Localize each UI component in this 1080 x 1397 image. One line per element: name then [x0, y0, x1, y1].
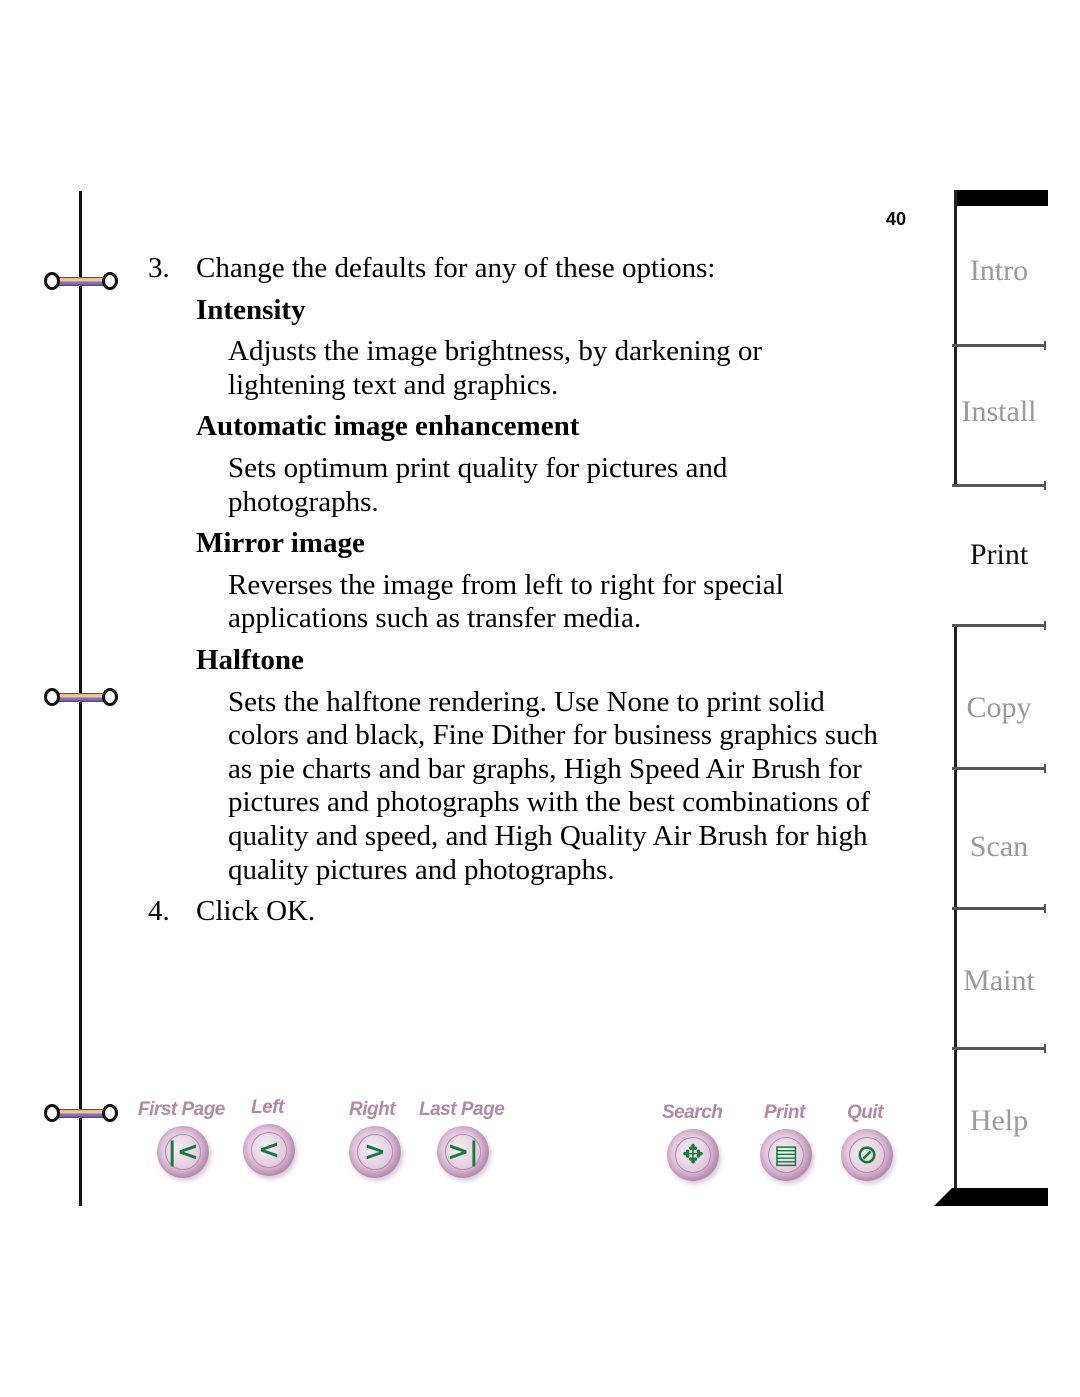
- print-label: Print: [764, 1102, 805, 1123]
- last-page-label: Last Page: [419, 1099, 505, 1120]
- option-title-mirror: Mirror image: [196, 527, 365, 560]
- print-glyph: ▤: [773, 1140, 799, 1170]
- option-title-auto-enhance: Automatic image enhancement: [196, 410, 580, 443]
- right-glyph: >: [364, 1137, 386, 1167]
- last-page-button[interactable]: Last Page: [419, 1099, 505, 1121]
- left-button[interactable]: Left: [251, 1097, 284, 1119]
- page-content: 3. Change the defaults for any of these …: [148, 252, 928, 929]
- page-number: 40: [886, 209, 907, 229]
- search-label: Search: [662, 1102, 723, 1123]
- option-desc-mirror: Reverses the image from left to right fo…: [228, 568, 784, 635]
- right-button[interactable]: Right: [349, 1099, 396, 1121]
- tab-divider: [952, 621, 1046, 630]
- right-arrow-icon[interactable]: >: [349, 1126, 401, 1178]
- no-entry-icon[interactable]: ⊘: [841, 1129, 893, 1181]
- step-3: 3. Change the defaults for any of these …: [148, 252, 928, 286]
- binoculars-icon[interactable]: ✥: [667, 1129, 719, 1181]
- tab-install[interactable]: Install: [952, 395, 1046, 429]
- left-arrow-icon[interactable]: <: [243, 1124, 295, 1176]
- binder-ring: [44, 1104, 118, 1126]
- option-title-halftone: Halftone: [196, 643, 304, 676]
- step-number: 3.: [148, 252, 170, 284]
- step-text: Click OK.: [196, 895, 316, 928]
- right-label: Right: [349, 1099, 396, 1120]
- tab-divider: [952, 1044, 1046, 1053]
- tab-group-upper: [954, 190, 957, 487]
- step-4: 4. Click OK.: [148, 895, 928, 929]
- last-page-icon[interactable]: >|: [437, 1126, 489, 1178]
- quit-label: Quit: [847, 1102, 884, 1123]
- tab-divider: [952, 341, 1046, 350]
- last-page-glyph: >|: [447, 1137, 479, 1167]
- tab-strip-bottom: [934, 1188, 1048, 1206]
- search-button[interactable]: Search: [662, 1102, 723, 1124]
- tab-help[interactable]: Help: [952, 1104, 1046, 1138]
- option-desc-intensity: Adjusts the image brightness, by darkeni…: [228, 335, 762, 401]
- search-glyph: ✥: [682, 1140, 704, 1170]
- tab-intro[interactable]: Intro: [952, 254, 1046, 288]
- first-page-glyph: |<: [167, 1137, 199, 1167]
- print-button[interactable]: Print: [764, 1102, 805, 1124]
- step-number: 4.: [148, 895, 170, 928]
- tab-print[interactable]: Print: [952, 538, 1046, 572]
- step-text: Change the defaults for any of these opt…: [196, 252, 716, 284]
- tab-scan[interactable]: Scan: [952, 830, 1046, 864]
- option-desc-auto-enhance: Sets optimum print quality for pictures …: [228, 451, 728, 518]
- left-glyph: <: [258, 1135, 280, 1165]
- option-desc-halftone: Sets the halftone rendering. Use None to…: [228, 685, 878, 886]
- left-label: Left: [251, 1097, 284, 1118]
- tab-divider: [952, 904, 1046, 913]
- tab-divider: [952, 764, 1046, 773]
- tab-maint[interactable]: Maint: [952, 964, 1046, 998]
- option-title-intensity: Intensity: [196, 293, 306, 326]
- quit-button[interactable]: Quit: [847, 1102, 884, 1124]
- tab-copy[interactable]: Copy: [952, 691, 1046, 725]
- first-page-button[interactable]: First Page: [138, 1099, 225, 1121]
- quit-glyph: ⊘: [856, 1140, 878, 1170]
- document-icon[interactable]: ▤: [760, 1129, 812, 1181]
- first-page-label: First Page: [138, 1099, 225, 1120]
- binder-ring: [44, 272, 118, 294]
- first-page-icon[interactable]: |<: [157, 1126, 209, 1178]
- tab-strip-top: [954, 190, 1048, 206]
- tab-divider: [952, 481, 1046, 490]
- binder-ring: [44, 688, 118, 710]
- section-tabs: Intro Install Print Copy Scan Maint Help: [934, 190, 1048, 1206]
